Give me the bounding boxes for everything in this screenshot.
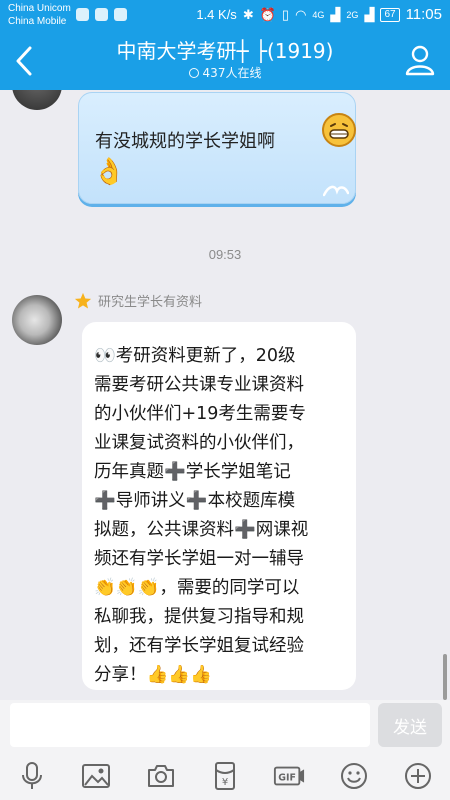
time-separator: 09:53 <box>208 247 242 262</box>
notification-icons <box>76 8 127 21</box>
chat-area[interactable]: 有没城规的学长学姐啊 👌 09:53 研究生学长有资料 👀考研资料更新了，20级… <box>0 90 450 700</box>
status-right: 1.4 K/s ✱ ⏰ ▯ ◠ 4G ▟ 2G ▟ 67 11:05 <box>196 6 442 23</box>
notification-icon <box>76 8 89 21</box>
chat-header: 中南大学考研┼ ├(1919) 437人在线 <box>0 32 450 90</box>
microphone-button[interactable] <box>16 760 48 792</box>
online-status-icon <box>188 68 199 78</box>
message-line: 需要考研公共课专业课资料 <box>94 375 304 395</box>
red-packet-icon: ¥ <box>214 762 235 790</box>
sender-row: 研究生学长有资料 <box>74 291 202 310</box>
camera-button[interactable] <box>145 760 177 792</box>
ok-hand-emoji-icon: 👌 <box>93 157 126 187</box>
message-line: 👏👏👏，需要的同学可以 <box>94 578 300 598</box>
input-bar: 发送 <box>0 700 450 752</box>
grin-emoji-icon <box>322 113 356 147</box>
input-toolbar: ¥ GIF <box>0 752 450 800</box>
online-count-text: 437人在线 <box>202 66 262 80</box>
sender-name[interactable]: 研究生学长有资料 <box>98 291 202 310</box>
gif-icon: GIF <box>274 766 305 786</box>
red-packet-button[interactable]: ¥ <box>209 760 241 792</box>
plus-icon <box>404 763 431 789</box>
emoji-icon <box>340 763 367 789</box>
message-line: 私聊我，提供复习指导和规 <box>94 607 304 627</box>
message-line: 👀考研资料更新了，20级 <box>94 346 296 366</box>
message-line: 历年真题➕学长学姐笔记 <box>94 462 291 482</box>
online-count: 437人在线 <box>60 64 390 82</box>
send-button[interactable]: 发送 <box>378 703 442 747</box>
message-bubble[interactable]: 👀考研资料更新了，20级 需要考研公共课专业课资料 的小伙伴们+19考生需要专 … <box>82 322 356 690</box>
wechat-icon <box>95 8 108 21</box>
network-speed: 1.4 K/s <box>196 7 237 22</box>
signal-1-label: 4G <box>312 9 325 20</box>
bluetooth-icon: ✱ <box>242 6 254 22</box>
image-button[interactable] <box>80 760 112 792</box>
chevron-left-icon <box>16 46 32 76</box>
status-bar: China Unicom China Mobile 1.4 K/s ✱ ⏰ ▯ … <box>0 0 450 32</box>
message-line: ➕导师讲义➕本校题库模 <box>94 491 296 511</box>
scrollbar[interactable] <box>443 654 447 700</box>
svg-text:¥: ¥ <box>222 777 228 788</box>
image-icon <box>82 764 111 788</box>
message-line: 频还有学长学姐一对一辅导 <box>94 549 304 569</box>
alarm-icon: ⏰ <box>259 6 276 22</box>
message-bubble[interactable]: 有没城规的学长学姐啊 👌 <box>78 92 356 204</box>
signal-2-icon: ▟ <box>364 6 375 22</box>
microphone-icon <box>22 762 43 789</box>
message-line: 的小伙伴们+19考生需要专 <box>94 404 306 424</box>
vibrate-icon: ▯ <box>281 6 290 22</box>
person-icon <box>405 45 435 76</box>
signal-2-label: 2G <box>346 9 359 20</box>
star-icon <box>74 292 92 309</box>
wifi-icon: ◠ <box>295 6 307 22</box>
message-line: 分享！👍👍👍 <box>94 665 212 685</box>
battery-icon: 67 <box>380 7 400 22</box>
wave-decoration-icon <box>323 185 349 197</box>
group-members-button[interactable] <box>402 42 438 78</box>
camera-icon <box>147 765 174 787</box>
carrier-1: China Unicom <box>8 3 71 14</box>
message-input[interactable] <box>10 703 370 747</box>
sender-avatar[interactable] <box>12 295 62 345</box>
group-title: 中南大学考研┼ ├(1919) <box>116 39 334 63</box>
signal-1-icon: ▟ <box>330 6 341 22</box>
more-button[interactable] <box>402 760 434 792</box>
svg-text:GIF: GIF <box>279 773 297 784</box>
back-button[interactable] <box>10 42 40 80</box>
avatar[interactable] <box>12 90 62 110</box>
carrier-info: China Unicom China Mobile <box>8 2 71 28</box>
emoji-button[interactable] <box>338 760 370 792</box>
message-line: 拟题，公共课资料➕网课视 <box>94 520 309 540</box>
app-icon <box>114 8 127 21</box>
message-line: 业课复试资料的小伙伴们， <box>94 433 304 453</box>
message-line: 划，还有学长学姐复试经验 <box>94 636 304 656</box>
title-area[interactable]: 中南大学考研┼ ├(1919) 437人在线 <box>60 38 390 82</box>
gif-button[interactable]: GIF <box>273 760 305 792</box>
message-text: 👀考研资料更新了，20级 需要考研公共课专业课资料 的小伙伴们+19考生需要专 … <box>94 342 346 690</box>
carrier-2: China Mobile <box>8 16 67 27</box>
message-text: 有没城规的学长学姐啊 <box>95 131 275 152</box>
clock: 11:05 <box>405 6 442 23</box>
